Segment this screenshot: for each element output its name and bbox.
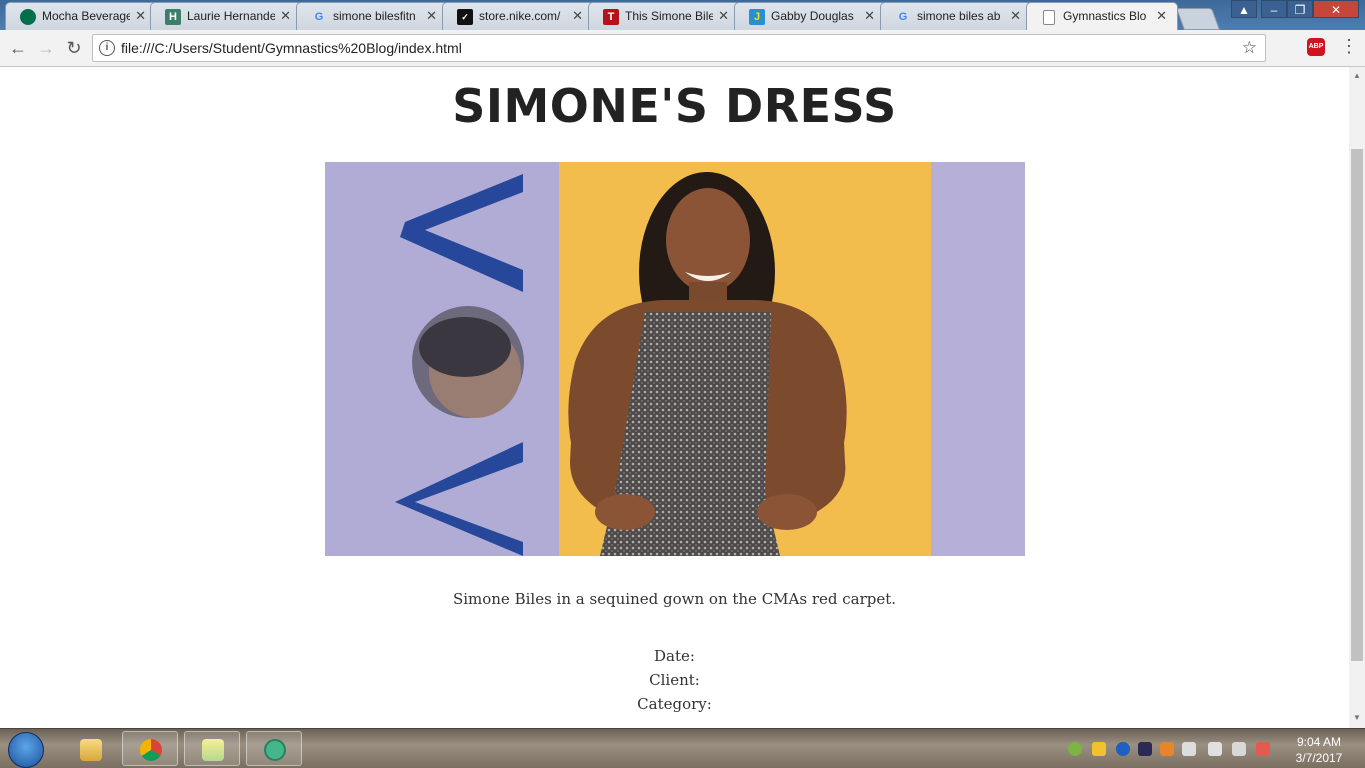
page-title: SIMONE'S DRESS bbox=[452, 79, 897, 133]
close-icon[interactable]: ✕ bbox=[135, 8, 146, 24]
category-label: Category: bbox=[637, 695, 712, 713]
restore-button[interactable]: ❐ bbox=[1287, 0, 1313, 18]
dress-photo bbox=[325, 162, 1025, 556]
google-icon: G bbox=[898, 11, 908, 23]
taskbar-explorer[interactable] bbox=[62, 731, 118, 766]
photo-caption: Simone Biles in a sequined gown on the C… bbox=[452, 590, 897, 608]
volume-icon[interactable] bbox=[1208, 742, 1222, 756]
tab-title: Mocha Beverage bbox=[42, 9, 130, 23]
taskbar-clock[interactable]: 9:04 AM 3/7/2017 bbox=[1284, 734, 1354, 766]
forward-arrow-icon[interactable]: → bbox=[34, 36, 58, 60]
tab-title: This Simone Bile bbox=[625, 9, 713, 23]
scroll-down-arrow-icon[interactable]: ▼ bbox=[1353, 713, 1361, 722]
tab-gymnastics-blog[interactable]: Gymnastics Blo ✕ bbox=[1026, 2, 1178, 30]
tab-title: simone biles ab bbox=[917, 9, 1001, 23]
close-icon[interactable]: ✕ bbox=[1156, 8, 1167, 24]
folder-icon bbox=[80, 739, 102, 761]
atom-icon bbox=[264, 739, 286, 761]
bookmark-star-icon[interactable]: ☆ bbox=[1242, 38, 1257, 58]
close-icon[interactable]: ✕ bbox=[572, 8, 583, 24]
info-icon[interactable]: i bbox=[99, 40, 115, 56]
vertical-scrollbar[interactable]: ▲ ▼ bbox=[1349, 67, 1365, 728]
tab-this-simone-biles[interactable]: T This Simone Bile ✕ bbox=[588, 2, 740, 30]
clock-date: 3/7/2017 bbox=[1295, 751, 1343, 765]
tab-title: Gabby Douglas bbox=[771, 9, 854, 23]
tab-simone-biles-about[interactable]: G simone biles ab ✕ bbox=[880, 2, 1032, 30]
page-viewport: SIMONE'S DRESS Simone Biles in a sequine… bbox=[0, 67, 1349, 728]
security-icon[interactable] bbox=[1092, 742, 1106, 756]
close-window-button[interactable]: ✕ bbox=[1313, 0, 1359, 18]
close-icon[interactable]: ✕ bbox=[718, 8, 729, 24]
scrollbar-thumb[interactable] bbox=[1351, 149, 1363, 661]
browser-toolbar: ← → ↻ i ☆ ABP ⋮ bbox=[0, 30, 1365, 67]
new-tab-button[interactable] bbox=[1175, 8, 1221, 30]
chrome-icon bbox=[140, 739, 162, 761]
taskbar-chrome[interactable] bbox=[122, 731, 178, 766]
tab-nike-store[interactable]: ✓ store.nike.com/ ✕ bbox=[442, 2, 594, 30]
t-icon: T bbox=[603, 9, 619, 25]
minimize-button[interactable]: – bbox=[1261, 0, 1287, 18]
update-icon[interactable] bbox=[1068, 742, 1082, 756]
url-field[interactable] bbox=[121, 38, 1221, 58]
h-icon: H bbox=[165, 9, 181, 25]
user-icon[interactable]: ▲ bbox=[1231, 0, 1257, 18]
tab-mocha-beverage[interactable]: Mocha Beverage ✕ bbox=[5, 2, 157, 30]
tab-laurie-hernandez[interactable]: H Laurie Hernande ✕ bbox=[150, 2, 302, 30]
client-label: Client: bbox=[649, 671, 700, 689]
system-tray bbox=[1062, 729, 1282, 768]
adblock-plus-icon[interactable]: ABP bbox=[1307, 38, 1325, 56]
tab-gabby-douglas[interactable]: J Gabby Douglas ✕ bbox=[734, 2, 886, 30]
starbucks-icon bbox=[20, 9, 36, 25]
tab-title: simone bilesfitn bbox=[333, 9, 416, 23]
page-icon bbox=[1043, 10, 1055, 25]
tab-title: Laurie Hernande bbox=[187, 9, 275, 23]
windows-taskbar: 9:04 AM 3/7/2017 bbox=[0, 728, 1365, 768]
back-arrow-icon[interactable]: ← bbox=[6, 36, 30, 60]
bluetooth-icon[interactable] bbox=[1116, 742, 1130, 756]
reload-icon[interactable]: ↻ bbox=[62, 36, 86, 60]
tab-title: Gymnastics Blo bbox=[1063, 9, 1147, 23]
flag-icon[interactable] bbox=[1256, 742, 1270, 756]
device-icon[interactable] bbox=[1182, 742, 1196, 756]
network-icon[interactable] bbox=[1232, 742, 1246, 756]
start-button[interactable] bbox=[8, 732, 44, 768]
menu-kebab-icon[interactable]: ⋮ bbox=[1340, 36, 1358, 57]
display-icon[interactable] bbox=[1138, 742, 1152, 756]
close-icon[interactable]: ✕ bbox=[426, 8, 437, 24]
sticky-notes-icon bbox=[202, 739, 224, 761]
clock-time: 9:04 AM bbox=[1296, 735, 1342, 749]
nike-icon: ✓ bbox=[457, 9, 473, 25]
date-label: Date: bbox=[654, 647, 695, 665]
close-icon[interactable]: ✕ bbox=[1010, 8, 1021, 24]
j-icon: J bbox=[749, 9, 765, 25]
taskbar-atom[interactable] bbox=[246, 731, 302, 766]
address-bar[interactable]: i ☆ bbox=[92, 34, 1266, 62]
notification-icon[interactable] bbox=[1160, 742, 1174, 756]
tab-strip: Mocha Beverage ✕ H Laurie Hernande ✕ G s… bbox=[0, 0, 1365, 30]
taskbar-notes[interactable] bbox=[184, 731, 240, 766]
close-icon[interactable]: ✕ bbox=[864, 8, 875, 24]
close-icon[interactable]: ✕ bbox=[280, 8, 291, 24]
tab-title: store.nike.com/ bbox=[479, 9, 561, 23]
tab-simone-biles-fitness[interactable]: G simone bilesfitn ✕ bbox=[296, 2, 448, 30]
scroll-up-arrow-icon[interactable]: ▲ bbox=[1353, 71, 1361, 80]
google-icon: G bbox=[314, 11, 324, 23]
